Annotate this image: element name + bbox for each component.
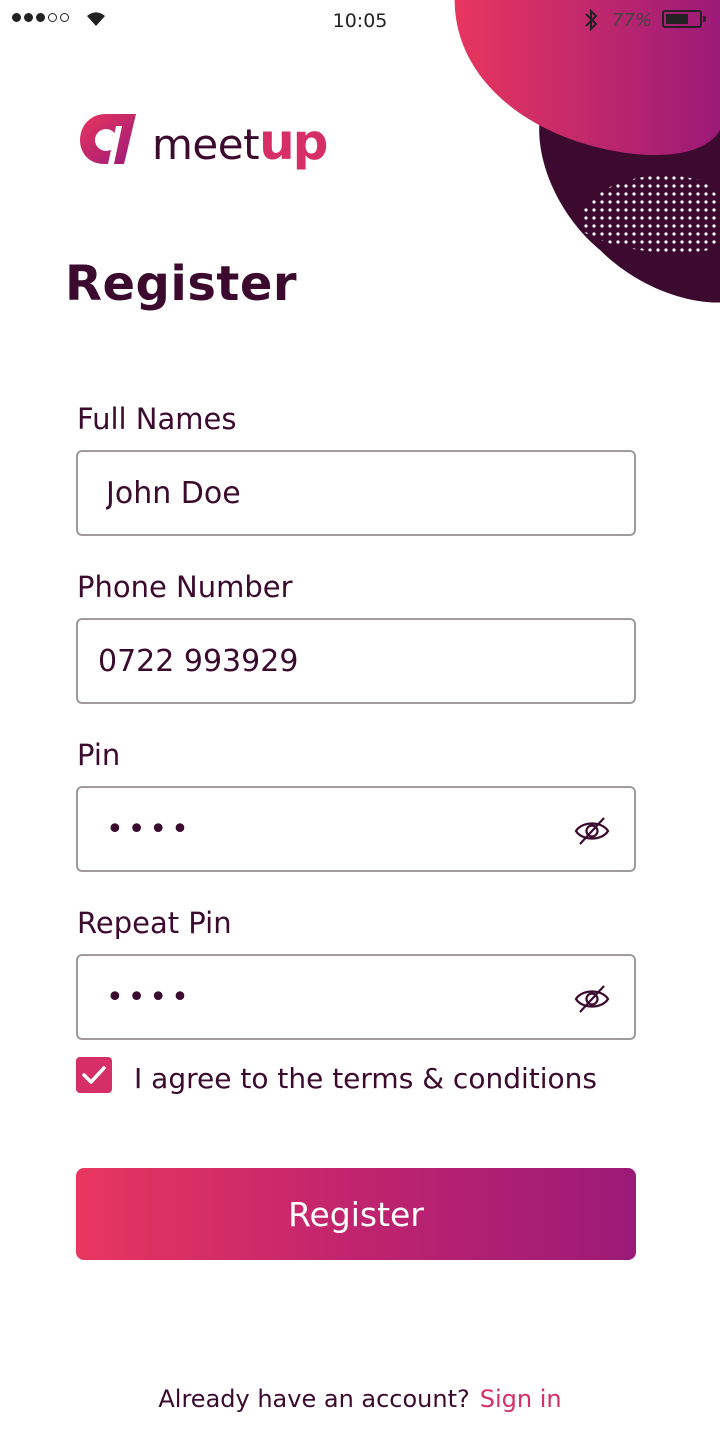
phone-number-input[interactable]	[78, 620, 634, 702]
checkmark-icon	[82, 1065, 106, 1084]
eye-off-icon[interactable]	[574, 982, 610, 1016]
pin-input[interactable]	[78, 788, 634, 870]
logo-icon	[80, 114, 136, 164]
phone-number-label: Phone Number	[77, 570, 293, 604]
signin-link[interactable]: Sign in	[480, 1385, 562, 1413]
terms-checkbox[interactable]	[76, 1056, 112, 1093]
page-title: Register	[65, 256, 298, 312]
pin-field[interactable]	[76, 786, 636, 872]
terms-row: I agree to the terms & conditions	[76, 1054, 597, 1095]
status-bar: 10:05 77%	[0, 0, 720, 40]
battery-percent: 77%	[612, 10, 653, 31]
pin-label: Pin	[77, 738, 121, 772]
phone-number-field[interactable]	[76, 618, 636, 704]
repeat-pin-input[interactable]	[78, 956, 634, 1038]
brand-name: meetup	[152, 113, 328, 171]
terms-label: I agree to the terms & conditions	[134, 1062, 597, 1095]
signin-prompt: Already have an account? Sign in	[0, 1385, 720, 1413]
brand-logo: meetup	[80, 112, 328, 171]
bluetooth-icon	[585, 8, 598, 32]
signin-prompt-text: Already have an account?	[158, 1385, 470, 1413]
full-names-label: Full Names	[77, 402, 237, 436]
battery-icon	[662, 10, 706, 28]
full-names-input[interactable]	[78, 452, 634, 534]
eye-off-icon[interactable]	[574, 814, 610, 848]
register-button[interactable]: Register	[76, 1168, 636, 1260]
full-names-field[interactable]	[76, 450, 636, 536]
repeat-pin-field[interactable]	[76, 954, 636, 1040]
repeat-pin-label: Repeat Pin	[77, 906, 232, 940]
